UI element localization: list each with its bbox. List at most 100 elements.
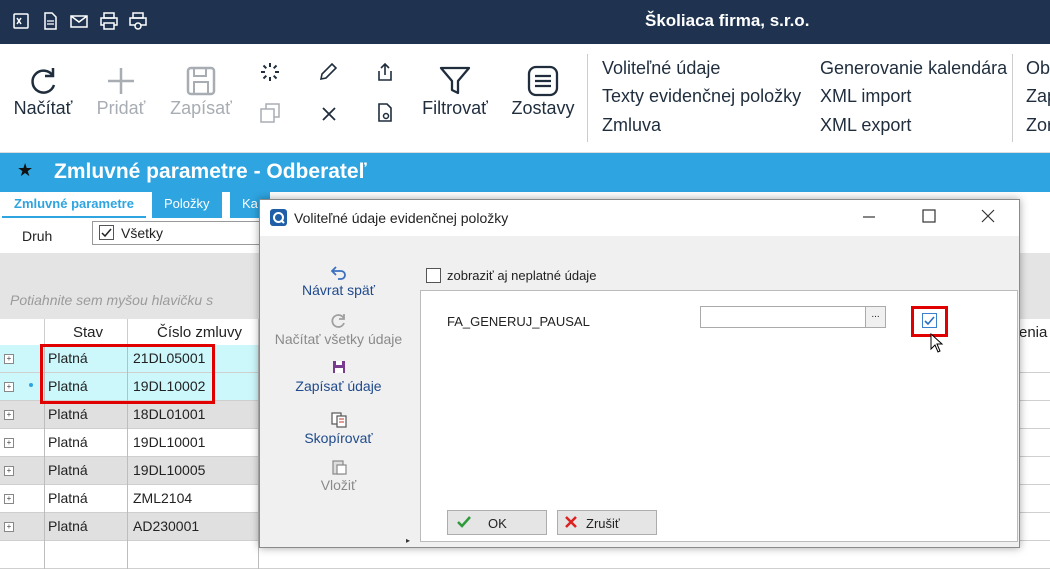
save-button[interactable]: Zapísať	[168, 64, 234, 119]
link-col3-1[interactable]: Obr	[1026, 58, 1050, 79]
undo-arrow-icon	[260, 264, 417, 280]
floppy-icon	[186, 66, 216, 96]
show-invalid-checkbox[interactable]	[426, 268, 441, 283]
group-by-hint: Potiahnite sem myšou hlavičku s	[10, 292, 214, 308]
filter-select[interactable]: Všetky	[92, 221, 262, 245]
edit-icon[interactable]	[318, 62, 338, 87]
filter-button[interactable]: Filtrovať	[420, 64, 490, 119]
copy-button[interactable]: Skopírovať	[260, 412, 417, 446]
floppy-icon	[260, 360, 417, 376]
go-back-button[interactable]: Návrat späť	[260, 264, 417, 298]
maximize-icon[interactable]	[922, 206, 936, 231]
minimize-icon[interactable]	[862, 206, 876, 231]
copy-icon[interactable]	[260, 103, 280, 128]
column-header-contract-number[interactable]: Číslo zmluvy	[157, 324, 242, 341]
link-col3-2[interactable]: Zap	[1026, 86, 1050, 107]
column-header-status[interactable]: Stav	[73, 324, 103, 341]
expand-icon[interactable]: +	[4, 382, 14, 392]
grid-right-edge	[1018, 345, 1050, 551]
mail-icon[interactable]	[70, 12, 90, 32]
pane-resize-icon[interactable]: ▸	[406, 536, 410, 545]
paste-icon	[260, 459, 417, 475]
reports-label: Zostavy	[511, 98, 575, 118]
page-header: ★ Zmluvné parametre - Odberateľ	[0, 153, 1050, 192]
filter-label: Filtrovať	[422, 98, 488, 118]
column-header-partial[interactable]: enia	[1019, 324, 1047, 341]
ok-label: OK	[488, 516, 507, 531]
filter-value: Všetky	[121, 225, 164, 241]
cell-contract-number: 19DL10001	[133, 434, 206, 450]
excel-icon[interactable]	[12, 12, 32, 32]
cancel-x-icon	[564, 515, 578, 532]
find-document-icon[interactable]	[375, 103, 395, 128]
field-name-label: FA_GENERUJ_PAUSAL	[447, 314, 590, 329]
link-calendar-generation[interactable]: Generovanie kalendára	[820, 58, 1007, 79]
plus-icon	[108, 68, 134, 94]
print-preview-icon[interactable]	[129, 12, 149, 32]
load-all-label: Načítať všetky údaje	[274, 331, 403, 347]
cancel-label: Zrušiť	[586, 516, 620, 531]
show-invalid-label: zobraziť aj neplatné údaje	[447, 268, 597, 283]
dialog-action-pane: Návrat späť Načítať všetky údaje Zapísať…	[260, 236, 417, 547]
add-button[interactable]: Pridať	[94, 64, 148, 119]
expand-icon[interactable]: +	[4, 410, 14, 420]
top-bar: Školiaca firma, s.r.o.	[0, 0, 1050, 44]
dialog-titlebar[interactable]: Voliteľné údaje evidenčnej položky	[260, 200, 1019, 236]
save-data-button[interactable]: Zapísať údaje	[260, 360, 417, 394]
reload-button[interactable]: Načítať	[12, 64, 74, 119]
favorite-star-icon[interactable]: ★	[17, 160, 33, 181]
field-value-input[interactable]	[700, 306, 886, 328]
ribbon-separator	[587, 54, 588, 142]
document-icon[interactable]	[41, 12, 61, 32]
expand-icon[interactable]: +	[4, 522, 14, 532]
funnel-icon	[439, 66, 471, 95]
paste-label: Vložiť	[320, 477, 357, 493]
reload-label: Načítať	[13, 98, 73, 118]
app-logo-icon	[270, 209, 287, 226]
link-col3-3[interactable]: Zor	[1026, 115, 1050, 136]
go-back-label: Návrat späť	[302, 282, 375, 298]
expand-icon[interactable]: +	[4, 494, 14, 504]
expand-icon[interactable]: +	[4, 438, 14, 448]
dialog-title: Voliteľné údaje evidenčnej položky	[294, 210, 509, 226]
company-name: Školiaca firma, s.r.o.	[645, 11, 810, 30]
link-optional-data[interactable]: Voliteľné údaje	[602, 58, 720, 79]
add-label: Pridať	[96, 98, 146, 118]
cell-contract-number: 19DL10005	[133, 462, 206, 478]
expand-icon[interactable]: +	[4, 466, 14, 476]
copy-icon	[260, 412, 417, 428]
link-xml-import[interactable]: XML import	[820, 86, 911, 107]
loading-icon[interactable]	[260, 62, 280, 87]
close-icon[interactable]	[981, 206, 995, 231]
expand-icon[interactable]: +	[4, 354, 14, 364]
filter-label: Druh	[22, 228, 53, 244]
tab-contract-params[interactable]: Zmluvné parametre	[2, 192, 146, 218]
link-item-texts[interactable]: Texty evidenčnej položky	[602, 86, 801, 107]
export-icon[interactable]	[375, 62, 395, 87]
reports-button[interactable]: Zostavy	[508, 64, 578, 119]
print-icon[interactable]	[100, 12, 120, 32]
ok-button[interactable]: OK	[447, 510, 547, 535]
save-data-label: Zapísať údaje	[295, 378, 382, 394]
list-icon	[527, 65, 559, 97]
cell-contract-number: ZML2104	[133, 490, 193, 506]
tab-items[interactable]: Položky	[152, 192, 222, 218]
save-label: Zapísať	[170, 98, 232, 118]
filter-checkbox[interactable]	[99, 225, 114, 240]
delete-icon[interactable]	[320, 103, 338, 128]
link-contract[interactable]: Zmluva	[602, 115, 661, 136]
field-ellipsis-button[interactable]: ...	[865, 306, 886, 328]
cell-status: Platná	[48, 518, 88, 534]
optional-fields-panel: FA_GENERUJ_PAUSAL ...	[420, 290, 1018, 542]
load-all-button[interactable]: Načítať všetky údaje	[260, 313, 417, 347]
paste-button[interactable]: Vložiť	[260, 459, 417, 493]
refresh-icon	[31, 68, 56, 94]
annotation-highlight-rows	[40, 344, 215, 404]
optional-data-dialog: Voliteľné údaje evidenčnej položky Návra…	[259, 199, 1020, 548]
link-xml-export[interactable]: XML export	[820, 115, 911, 136]
cancel-button[interactable]: Zrušiť	[557, 510, 657, 535]
cell-contract-number: AD230001	[133, 518, 200, 534]
reload-icon	[260, 313, 417, 329]
cell-contract-number: 18DL01001	[133, 406, 206, 422]
mouse-cursor-icon	[930, 332, 944, 358]
